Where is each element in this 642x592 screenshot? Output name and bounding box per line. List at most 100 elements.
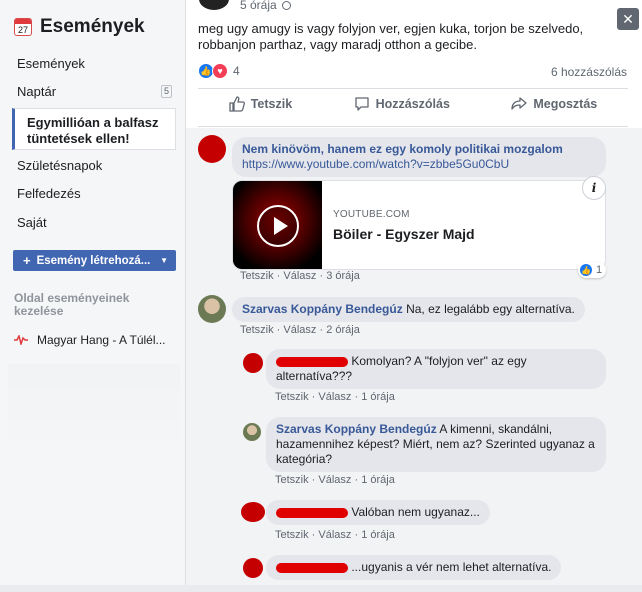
reply-reply-link[interactable]: Válasz xyxy=(318,391,351,403)
reply-actions: Tetszik · Válasz · 1 órája xyxy=(275,474,395,486)
reply-text-line2: alternatíva??? xyxy=(276,369,353,383)
pulse-icon xyxy=(14,335,28,345)
love-reaction-icon: ♥ xyxy=(212,63,228,79)
comment-label: Hozzászólás xyxy=(375,97,450,111)
sidebar-item-events[interactable]: Események xyxy=(17,56,85,71)
divider xyxy=(198,88,628,89)
reply-bubble: Komolyan? A "folyjon ver" az egy alterna… xyxy=(266,349,606,389)
sidebar-page-item[interactable]: Magyar Hang - A Túlél... xyxy=(14,333,166,347)
reply-actions: Tetszik · Válasz · 1 órája xyxy=(275,391,395,403)
divider xyxy=(198,126,628,127)
reply-reply-link[interactable]: Válasz xyxy=(318,529,351,541)
sidebar-header: 27 Események xyxy=(14,16,145,38)
sidebar-item-discover[interactable]: Felfedezés xyxy=(17,186,81,201)
share-arrow-icon xyxy=(511,97,527,110)
sidebar-page-label: Magyar Hang - A Túlél... xyxy=(37,333,166,347)
calendar-day: 27 xyxy=(17,25,28,35)
reply-text: Valóban nem ugyanaz... xyxy=(351,505,480,519)
create-event-label: Esemény létrehozá... xyxy=(36,254,151,267)
redacted-name xyxy=(276,356,348,367)
comment-author[interactable]: Szarvas Koppány Bendegúz xyxy=(242,302,403,316)
reaction-count: 4 xyxy=(233,64,240,78)
redacted-name xyxy=(276,507,348,518)
comment-time[interactable]: 2 órája xyxy=(326,324,360,336)
link-preview-card[interactable]: YOUTUBE.COM Böiler - Egyszer Majd xyxy=(232,180,606,270)
sidebar-item-birthdays[interactable]: Születésnapok xyxy=(17,158,102,173)
post-meta: 5 órája xyxy=(240,0,291,12)
sidebar: 27 Események Események Naptár 5 Egymilli… xyxy=(0,0,186,592)
reply-bubble: ...ugyanis a vér nem lehet alternatíva. xyxy=(266,555,562,580)
page-events-section-title: Oldal eseményeinek kezelése xyxy=(14,291,130,318)
sidebar-item-calendar[interactable]: Naptár xyxy=(17,84,56,99)
calendar-count-badge: 5 xyxy=(161,85,172,98)
sidebar-item-current-event[interactable]: Egymillióan a balfasz tüntetések ellen! xyxy=(12,108,176,150)
info-icon[interactable]: i xyxy=(582,176,606,200)
current-event-label-line2: tüntetések ellen! xyxy=(27,131,130,146)
comment-bubble: Szarvas Koppány Bendegúz Na, ez legalább… xyxy=(232,297,585,322)
blurred-region xyxy=(8,364,180,454)
reactions-summary[interactable]: 👍 ♥ 4 xyxy=(198,63,240,79)
share-label: Megosztás xyxy=(533,97,598,111)
calendar-icon: 27 xyxy=(14,18,32,36)
comment-bubble-icon xyxy=(354,97,369,111)
comment-like-number: 1 xyxy=(596,264,603,276)
post-author-avatar[interactable] xyxy=(199,0,229,10)
reply-avatar[interactable] xyxy=(243,423,261,441)
like-label: Tetszik xyxy=(250,97,293,111)
reply-time[interactable]: 1 órája xyxy=(361,474,395,486)
card-title[interactable]: Böiler - Egyszer Majd xyxy=(333,226,475,242)
comment-like-link[interactable]: Tetszik xyxy=(240,270,274,282)
comment-count[interactable]: 6 hozzászólás xyxy=(551,65,627,79)
reply-like-link[interactable]: Tetszik xyxy=(275,529,309,541)
reply-like-link[interactable]: Tetszik xyxy=(275,391,309,403)
comment-link[interactable]: https://www.youtube.com/watch?v=zbbe5Gu0… xyxy=(242,157,596,172)
comment-button[interactable]: Hozzászólás xyxy=(354,96,450,112)
post-time[interactable]: 5 órája xyxy=(240,0,277,12)
current-event-label-line1: Egymillióan a balfasz xyxy=(27,115,159,130)
plus-icon: + xyxy=(23,253,31,268)
sidebar-title[interactable]: Események xyxy=(40,16,145,38)
reply-avatar[interactable] xyxy=(243,558,263,578)
main-feed: 5 órája ✕ meg ugy amugy is vagy folyjon … xyxy=(186,0,642,592)
video-thumbnail[interactable] xyxy=(233,181,322,269)
post-actions: Tetszik Hozzászólás Megosztás xyxy=(198,96,628,112)
bottom-edge xyxy=(0,585,642,592)
comment-author[interactable]: Nem kinövöm, hanem ez egy komoly politik… xyxy=(242,142,563,156)
comment-like-link[interactable]: Tetszik xyxy=(240,324,274,336)
reply-actions: Tetszik · Válasz · 1 órája xyxy=(275,529,395,541)
card-domain: YOUTUBE.COM xyxy=(333,209,410,220)
globe-icon xyxy=(281,0,291,10)
close-icon[interactable]: ✕ xyxy=(617,8,639,30)
comment-text: Na, ez legalább egy alternatíva. xyxy=(406,302,575,316)
comment-like-count[interactable]: 👍 1 xyxy=(578,262,607,278)
reply-reply-link[interactable]: Válasz xyxy=(318,474,351,486)
comment-time[interactable]: 3 órája xyxy=(326,270,360,282)
create-event-button[interactable]: + Esemény létrehozá... ▼ xyxy=(13,250,176,271)
commenter-avatar[interactable] xyxy=(198,295,226,323)
reply-text: ...ugyanis a vér nem lehet alternatíva. xyxy=(351,560,552,574)
reply-time[interactable]: 1 órája xyxy=(361,391,395,403)
thumbs-up-icon xyxy=(229,96,245,112)
comment-bubble: Nem kinövöm, hanem ez egy komoly politik… xyxy=(232,137,606,177)
play-icon[interactable] xyxy=(257,205,299,247)
comment-actions: Tetszik · Válasz · 3 órája xyxy=(240,270,360,282)
comment-reply-link[interactable]: Válasz xyxy=(283,270,316,282)
post-text: meg ugy amugy is vagy folyjon ver, egjen… xyxy=(198,21,584,52)
reply-bubble: Valóban nem ugyanaz... xyxy=(266,500,490,525)
dropdown-caret-icon: ▼ xyxy=(160,256,168,265)
reply-bubble: Szarvas Koppány Bendegúz A kimenni, skan… xyxy=(266,417,606,472)
reply-avatar[interactable] xyxy=(243,353,263,373)
share-button[interactable]: Megosztás xyxy=(511,96,597,112)
redacted-name xyxy=(276,562,348,573)
reply-avatar[interactable] xyxy=(241,502,265,522)
like-reaction-icon: 👍 xyxy=(579,263,593,277)
reply-text-line1: Komolyan? A "folyjon ver" az egy xyxy=(351,354,527,368)
sidebar-item-own[interactable]: Saját xyxy=(17,215,47,230)
reply-like-link[interactable]: Tetszik xyxy=(275,474,309,486)
commenter-avatar[interactable] xyxy=(198,135,226,163)
reply-time[interactable]: 1 órája xyxy=(361,529,395,541)
reply-author[interactable]: Szarvas Koppány Bendegúz xyxy=(276,422,437,436)
comment-actions: Tetszik · Válasz · 2 órája xyxy=(240,324,360,336)
comment-reply-link[interactable]: Válasz xyxy=(283,324,316,336)
like-button[interactable]: Tetszik xyxy=(229,96,292,112)
